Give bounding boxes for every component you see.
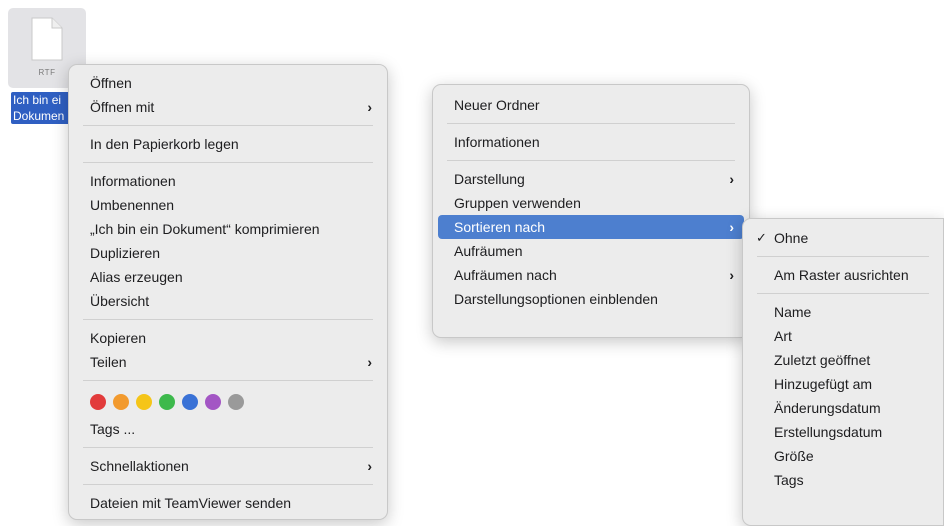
desktop-context-menu: Neuer Ordner Informationen Darstellung › … [432, 84, 750, 338]
menu-item-move-to-trash[interactable]: In den Papierkorb legen [74, 132, 382, 156]
chevron-right-icon: › [729, 267, 734, 283]
sort-by-submenu: ✓ Ohne Am Raster ausrichten Name Art Zule… [742, 218, 944, 526]
sort-option-kind[interactable]: Art [748, 324, 938, 348]
chevron-right-icon: › [367, 354, 372, 370]
menu-separator [83, 447, 373, 448]
tag-blue-dot[interactable] [182, 394, 198, 410]
chevron-right-icon: › [729, 171, 734, 187]
menu-item-make-alias[interactable]: Alias erzeugen [74, 265, 382, 289]
menu-separator [447, 160, 735, 161]
file-name-line-1: Ich bin ei [13, 93, 62, 107]
sort-option-none[interactable]: ✓ Ohne [748, 226, 938, 250]
sort-option-size[interactable]: Größe [748, 444, 938, 468]
menu-item-new-folder[interactable]: Neuer Ordner [438, 93, 744, 117]
menu-separator [757, 256, 929, 257]
menu-item-compress[interactable]: „Ich bin ein Dokument“ komprimieren [74, 217, 382, 241]
menu-separator [83, 484, 373, 485]
menu-item-clean-up[interactable]: Aufräumen [438, 239, 744, 263]
menu-item-duplicate[interactable]: Duplizieren [74, 241, 382, 265]
document-icon [31, 17, 63, 61]
menu-separator [757, 293, 929, 294]
menu-separator [447, 123, 735, 124]
menu-item-rename[interactable]: Umbenennen [74, 193, 382, 217]
tag-purple-dot[interactable] [205, 394, 221, 410]
menu-item-open[interactable]: Öffnen [74, 71, 382, 95]
chevron-right-icon: › [367, 99, 372, 115]
sort-option-date-added[interactable]: Hinzugefügt am [748, 372, 938, 396]
tag-gray-dot[interactable] [228, 394, 244, 410]
menu-item-get-info[interactable]: Informationen [438, 130, 744, 154]
menu-separator [83, 319, 373, 320]
tag-orange-dot[interactable] [113, 394, 129, 410]
sort-option-last-opened[interactable]: Zuletzt geöffnet [748, 348, 938, 372]
menu-separator [83, 380, 373, 381]
menu-item-use-groups[interactable]: Gruppen verwenden [438, 191, 744, 215]
tag-yellow-dot[interactable] [136, 394, 152, 410]
file-name-label[interactable]: Ich bin ei Dokumen [11, 92, 73, 124]
tag-color-row [74, 387, 382, 417]
menu-item-open-with[interactable]: Öffnen mit › [74, 95, 382, 119]
chevron-right-icon: › [729, 219, 734, 235]
menu-item-share[interactable]: Teilen › [74, 350, 382, 374]
tag-red-dot[interactable] [90, 394, 106, 410]
file-name-line-2: Dokumen [13, 109, 65, 123]
menu-item-show-view-options[interactable]: Darstellungsoptionen einblenden [438, 287, 744, 311]
sort-option-tags[interactable]: Tags [748, 468, 938, 492]
menu-item-copy[interactable]: Kopieren [74, 326, 382, 350]
menu-item-quick-actions[interactable]: Schnellaktionen › [74, 454, 382, 478]
menu-item-get-info[interactable]: Informationen [74, 169, 382, 193]
menu-item-quick-look[interactable]: Übersicht [74, 289, 382, 313]
sort-option-date-modified[interactable]: Änderungsdatum [748, 396, 938, 420]
menu-item-view[interactable]: Darstellung › [438, 167, 744, 191]
menu-item-tags[interactable]: Tags ... [74, 417, 382, 441]
chevron-right-icon: › [367, 458, 372, 474]
file-context-menu: Öffnen Öffnen mit › In den Papierkorb leg… [68, 64, 388, 520]
checkmark-icon: ✓ [756, 230, 767, 245]
sort-option-name[interactable]: Name [748, 300, 938, 324]
tag-green-dot[interactable] [159, 394, 175, 410]
sort-option-snap-to-grid[interactable]: Am Raster ausrichten [748, 263, 938, 287]
menu-item-sort-by[interactable]: Sortieren nach › [438, 215, 744, 239]
menu-item-clean-up-by[interactable]: Aufräumen nach › [438, 263, 744, 287]
menu-separator [83, 162, 373, 163]
sort-option-date-created[interactable]: Erstellungsdatum [748, 420, 938, 444]
menu-item-send-teamviewer[interactable]: Dateien mit TeamViewer senden [74, 491, 382, 515]
menu-separator [83, 125, 373, 126]
